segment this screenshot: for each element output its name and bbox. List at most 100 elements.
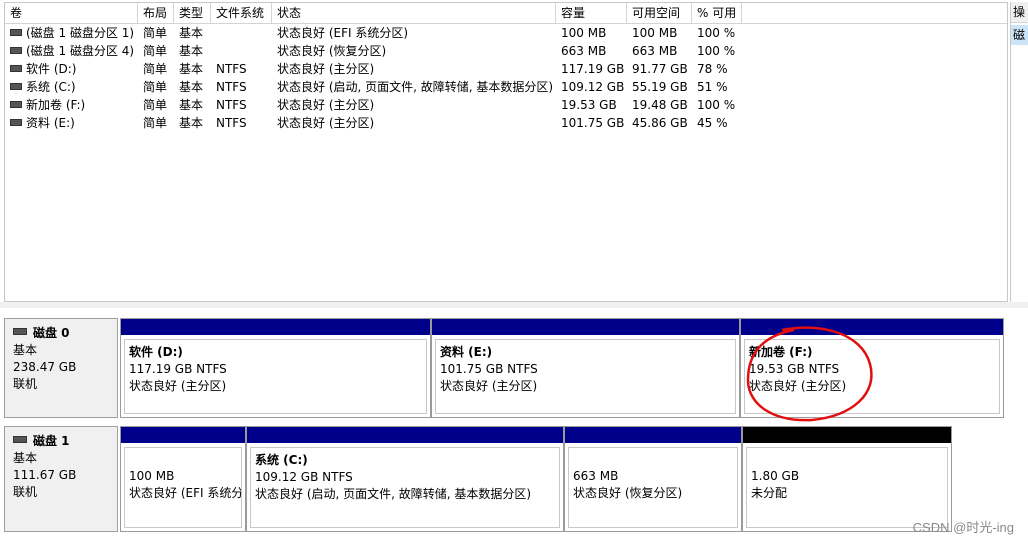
cell-type: 基本 [179, 116, 204, 130]
cell-volume: (磁盘 1 磁盘分区 1) [26, 26, 135, 40]
cell-percent-free: 45 % [697, 116, 728, 130]
cell-percent-free: 78 % [697, 62, 728, 76]
partition-efi[interactable]: 100 MB 状态良好 (EFI 系统分 [120, 426, 246, 532]
table-body: (磁盘 1 磁盘分区 1) 简单 基本 状态良好 (EFI 系统分区) 100 … [5, 24, 1007, 132]
column-header-volume[interactable]: 卷 [5, 3, 138, 23]
cell-type: 基本 [179, 44, 204, 58]
cell-capacity: 109.12 GB [561, 80, 625, 94]
column-header-status[interactable]: 状态 [272, 3, 556, 23]
partition-d[interactable]: 软件 (D:) 117.19 GB NTFS 状态良好 (主分区) [120, 318, 431, 418]
cell-volume: 系统 (C:) [26, 80, 76, 94]
cell-type: 基本 [179, 80, 204, 94]
partition-name: 软件 (D:) [129, 345, 183, 359]
cell-filesystem [211, 42, 272, 60]
partition-status: 状态良好 (EFI 系统分 [129, 486, 242, 500]
cell-percent-free: 100 % [697, 26, 736, 40]
cell-filesystem: NTFS [216, 98, 247, 112]
column-header-type[interactable]: 类型 [174, 3, 211, 23]
column-header-free-space[interactable]: 可用空间 [627, 3, 692, 23]
cell-capacity: 663 MB [561, 44, 607, 58]
disk-icon [13, 328, 27, 335]
volume-icon [10, 29, 22, 36]
partition-bar [565, 427, 741, 443]
disk-0-label[interactable]: 磁盘 0 基本 238.47 GB 联机 [4, 318, 118, 418]
cell-type: 基本 [179, 26, 204, 40]
watermark-text: CSDN @时光-ing [912, 520, 1014, 535]
table-row[interactable]: 系统 (C:) 简单 基本 NTFS 状态良好 (启动, 页面文件, 故障转储,… [5, 78, 1007, 96]
cell-layout: 简单 [143, 116, 168, 130]
cell-free-space: 100 MB [632, 26, 678, 40]
table-row[interactable]: 软件 (D:) 简单 基本 NTFS 状态良好 (主分区) 117.19 GB … [5, 60, 1007, 78]
partition-size: 19.53 GB NTFS [749, 362, 840, 376]
volume-icon [10, 101, 22, 108]
cell-volume: 新加卷 (F:) [26, 98, 86, 112]
actions-panel: 操 磁 [1010, 2, 1028, 302]
actions-panel-item[interactable]: 磁 [1011, 25, 1028, 45]
cell-free-space: 91.77 GB [632, 62, 688, 76]
cell-volume: 软件 (D:) [26, 62, 77, 76]
cell-capacity: 19.53 GB [561, 98, 617, 112]
disk-name: 磁盘 1 [33, 434, 70, 448]
column-header-layout[interactable]: 布局 [138, 3, 174, 23]
cell-status: 状态良好 (主分区) [277, 98, 375, 112]
table-header: 卷 布局 类型 文件系统 状态 容量 可用空间 % 可用 [5, 3, 1007, 24]
cell-filesystem [211, 24, 272, 42]
partition-status: 状态良好 (恢复分区) [573, 486, 683, 500]
partition-bar [247, 427, 563, 443]
cell-percent-free: 51 % [697, 80, 728, 94]
partition-c[interactable]: 系统 (C:) 109.12 GB NTFS 状态良好 (启动, 页面文件, 故… [246, 426, 564, 532]
cell-layout: 简单 [143, 98, 168, 112]
cell-free-space: 45.86 GB [632, 116, 688, 130]
column-header-filesystem[interactable]: 文件系统 [211, 3, 272, 23]
actions-panel-header: 操 [1011, 2, 1028, 23]
cell-layout: 简单 [143, 26, 168, 40]
partition-f[interactable]: 新加卷 (F:) 19.53 GB NTFS 状态良好 (主分区) [740, 318, 1004, 418]
table-row[interactable]: 资料 (E:) 简单 基本 NTFS 状态良好 (主分区) 101.75 GB … [5, 114, 1007, 132]
disk-size: 238.47 GB [13, 360, 77, 374]
cell-percent-free: 100 % [697, 98, 736, 112]
partition-status: 状态良好 (主分区) [749, 379, 847, 393]
cell-filesystem: NTFS [216, 62, 247, 76]
cell-free-space: 663 MB [632, 44, 678, 58]
column-header-percent-free[interactable]: % 可用 [692, 3, 742, 23]
cell-status: 状态良好 (主分区) [277, 116, 375, 130]
column-header-capacity[interactable]: 容量 [556, 3, 627, 23]
table-row[interactable]: 新加卷 (F:) 简单 基本 NTFS 状态良好 (主分区) 19.53 GB … [5, 96, 1007, 114]
disk-size: 111.67 GB [13, 468, 77, 482]
cell-free-space: 55.19 GB [632, 80, 688, 94]
table-row[interactable]: (磁盘 1 磁盘分区 4) 简单 基本 状态良好 (恢复分区) 663 MB 6… [5, 42, 1007, 60]
partition-e[interactable]: 资料 (E:) 101.75 GB NTFS 状态良好 (主分区) [431, 318, 740, 418]
disk-icon [13, 436, 27, 443]
disk-1-row: 磁盘 1 基本 111.67 GB 联机 100 MB 状态良好 (EFI 系统… [4, 426, 1008, 532]
partition-size: 1.80 GB [751, 469, 800, 483]
partition-size: 109.12 GB NTFS [255, 470, 353, 484]
partition-bar [121, 427, 245, 443]
volume-icon [10, 47, 22, 54]
disk-status: 联机 [13, 377, 38, 391]
partition-status: 状态良好 (主分区) [129, 379, 227, 393]
disk-name: 磁盘 0 [33, 326, 70, 340]
partition-recovery[interactable]: 663 MB 状态良好 (恢复分区) [564, 426, 742, 532]
partition-bar [743, 427, 951, 443]
volume-list-table: 卷 布局 类型 文件系统 状态 容量 可用空间 % 可用 (磁盘 1 磁盘分区 … [4, 2, 1008, 302]
cell-status: 状态良好 (EFI 系统分区) [277, 26, 409, 40]
cell-status: 状态良好 (启动, 页面文件, 故障转储, 基本数据分区) [277, 80, 554, 94]
partition-size: 117.19 GB NTFS [129, 362, 227, 376]
cell-capacity: 100 MB [561, 26, 607, 40]
disk-type: 基本 [13, 451, 38, 465]
volume-icon [10, 119, 22, 126]
partition-status: 状态良好 (启动, 页面文件, 故障转储, 基本数据分区) [255, 487, 532, 501]
cell-filesystem: NTFS [216, 116, 247, 130]
partition-bar [121, 319, 430, 335]
disk-1-label[interactable]: 磁盘 1 基本 111.67 GB 联机 [4, 426, 118, 532]
cell-capacity: 101.75 GB [561, 116, 625, 130]
cell-layout: 简单 [143, 80, 168, 94]
cell-layout: 简单 [143, 44, 168, 58]
table-row[interactable]: (磁盘 1 磁盘分区 1) 简单 基本 状态良好 (EFI 系统分区) 100 … [5, 24, 1007, 42]
disk-status: 联机 [13, 485, 38, 499]
disk-0-row: 磁盘 0 基本 238.47 GB 联机 软件 (D:) 117.19 GB N… [4, 318, 1008, 418]
cell-free-space: 19.48 GB [632, 98, 688, 112]
disk-type: 基本 [13, 343, 38, 357]
cell-percent-free: 100 % [697, 44, 736, 58]
volume-icon [10, 83, 22, 90]
